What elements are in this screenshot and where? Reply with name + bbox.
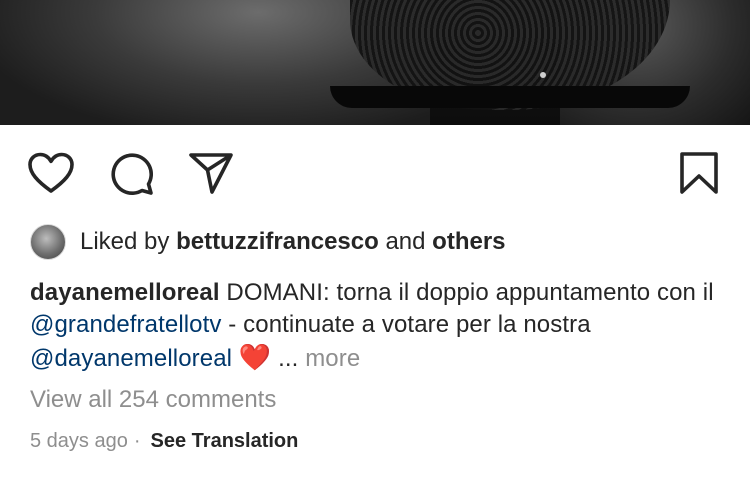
- caption-username[interactable]: dayanemelloreal: [30, 279, 220, 306]
- speech-bubble-icon: [111, 153, 154, 196]
- caption-more-link[interactable]: more: [305, 345, 360, 372]
- caption-text-2: - continuate a votare per la nostra: [228, 311, 591, 338]
- caption-heart-emoji: ❤️: [238, 342, 272, 372]
- post-meta: 5 days ago · See Translation: [30, 430, 298, 453]
- save-button[interactable]: [676, 150, 722, 196]
- post-timestamp: 5 days ago: [30, 430, 128, 452]
- liker-avatar[interactable]: [30, 224, 66, 260]
- caption-mention-dayanemelloreal[interactable]: @dayanemelloreal: [30, 345, 232, 372]
- bookmark-outline-icon: [680, 152, 718, 194]
- liker-username[interactable]: bettuzzifrancesco: [176, 228, 379, 256]
- post-action-bar: [0, 150, 750, 196]
- likes-joiner: and: [385, 228, 426, 255]
- heart-outline-icon: [28, 152, 74, 193]
- view-all-comments-link[interactable]: View all 254 comments: [30, 386, 276, 414]
- post-caption: dayanemelloreal DOMANI: torna il doppio …: [30, 277, 730, 375]
- likes-summary[interactable]: Liked by bettuzzifrancesco and others: [30, 222, 506, 262]
- see-translation-link[interactable]: See Translation: [151, 430, 299, 453]
- likes-prefix: Liked by: [80, 228, 170, 255]
- caption-ellipsis: ...: [278, 345, 299, 372]
- photo-band: [330, 86, 690, 108]
- post-photo[interactable]: [0, 0, 750, 125]
- meta-separator: ·: [133, 430, 141, 452]
- caption-text-1: DOMANI: torna il doppio appuntamento con…: [226, 279, 714, 306]
- caption-mention-grandefratellotv[interactable]: @grandefratellotv: [30, 311, 222, 338]
- likes-others-link[interactable]: others: [432, 228, 505, 256]
- share-button[interactable]: [188, 150, 234, 196]
- paper-plane-icon: [189, 153, 233, 194]
- photo-clasp: [540, 72, 546, 78]
- comment-button[interactable]: [108, 150, 154, 196]
- like-button[interactable]: [28, 150, 74, 196]
